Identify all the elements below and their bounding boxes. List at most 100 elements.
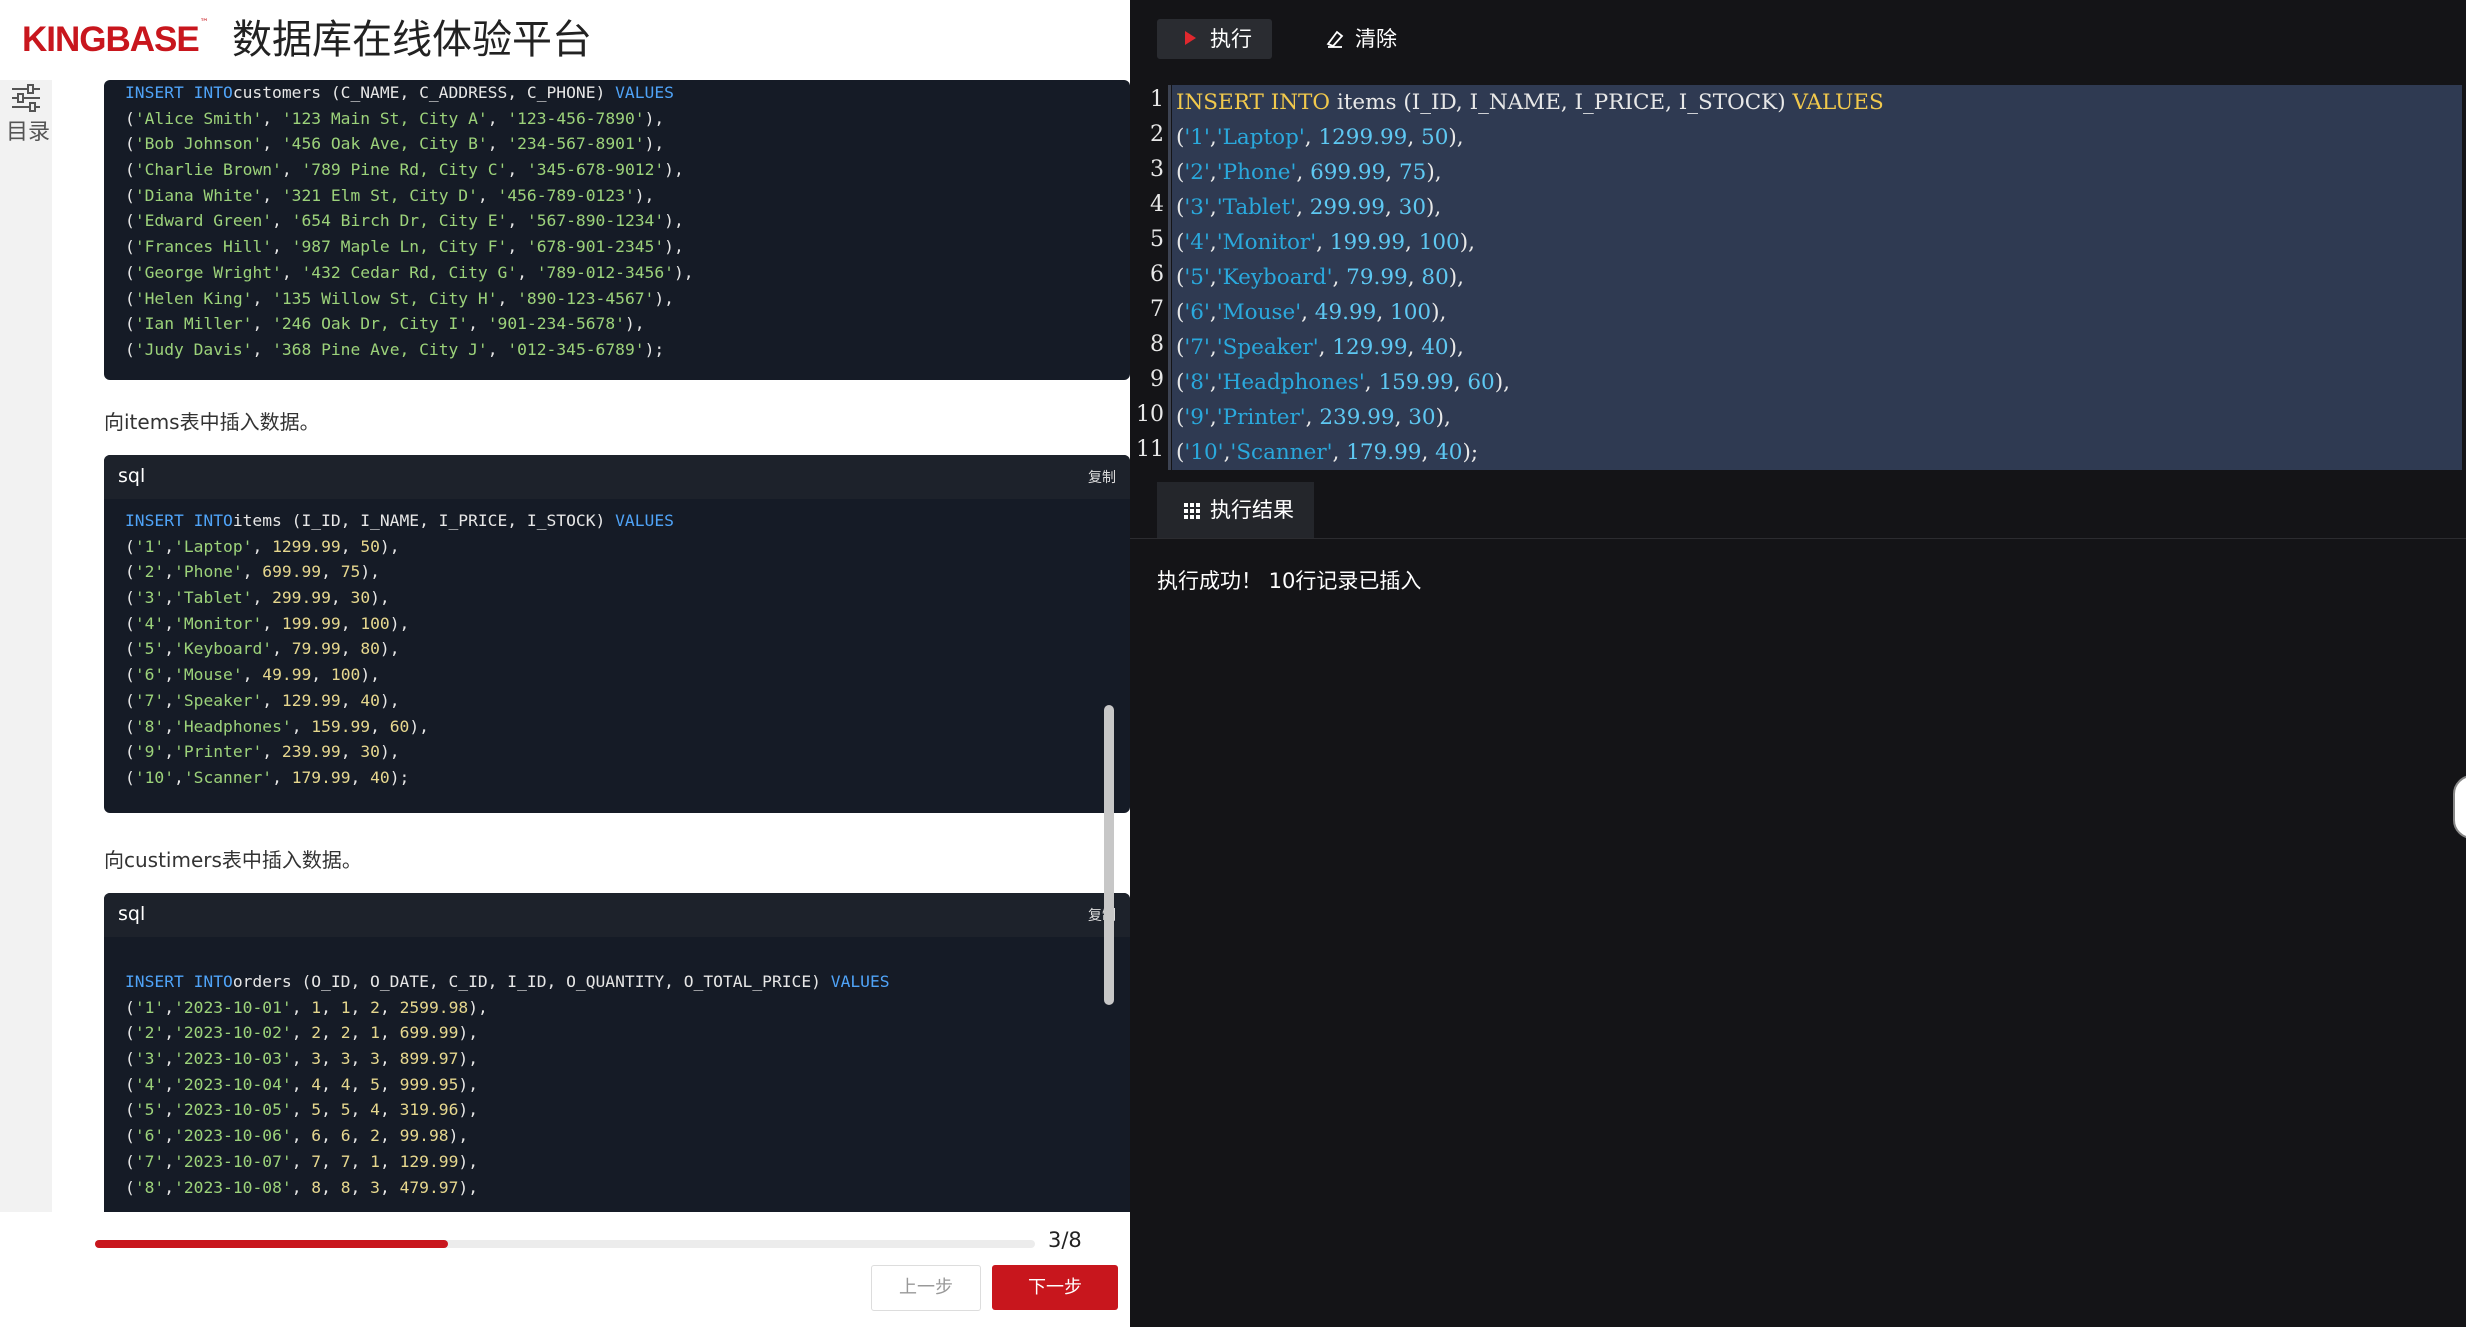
code-token: '456-789-0123' <box>497 185 635 205</box>
code-line: ('6','2023-10-06', 6, 6, 2, 99.98), <box>125 1123 1130 1149</box>
eraser-icon <box>1326 30 1344 48</box>
code-language-label: sql <box>118 903 146 925</box>
editor-token: 30 <box>1408 405 1436 430</box>
code-token: 5 <box>311 1100 322 1120</box>
editor-token: , <box>1209 125 1217 150</box>
code-token: , <box>262 613 282 633</box>
line-number: 11 <box>1136 437 1164 462</box>
code-token: , <box>487 339 508 359</box>
code-token: ), <box>664 237 684 257</box>
editor-token: , <box>1421 440 1436 465</box>
editor-token: '7' <box>1184 335 1210 360</box>
code-token: '2' <box>134 1023 165 1043</box>
code-token: 8 <box>311 1177 322 1197</box>
editor-line: ('10','Scanner', 179.99, 40); <box>1176 435 1478 470</box>
code-token: ( <box>125 1126 135 1146</box>
code-token: 'Speaker' <box>174 690 263 710</box>
code-token: 3 <box>370 1049 380 1069</box>
editor-token: , <box>1296 160 1311 185</box>
code-token: ), <box>673 262 694 282</box>
editor-token: , <box>1209 300 1217 325</box>
next-step-button[interactable]: 下一步 <box>992 1265 1118 1310</box>
code-token: , <box>379 1074 400 1094</box>
code-token: '1' <box>134 997 165 1017</box>
code-token: 3 <box>370 1177 380 1197</box>
run-button[interactable]: 执行 <box>1157 19 1272 59</box>
code-token: '8' <box>134 1177 165 1197</box>
code-line: ('7','Speaker', 129.99, 40), <box>125 688 1130 714</box>
code-token: , <box>350 767 371 787</box>
code-token: 1 <box>311 997 322 1017</box>
code-token: 699.99 <box>262 562 322 582</box>
code-token: '1' <box>134 536 165 556</box>
code-line: ('1','Laptop', 1299.99, 50), <box>125 534 1130 560</box>
sliders-icon[interactable] <box>10 84 42 112</box>
side-panel-handle[interactable] <box>2453 775 2466 839</box>
line-number-gutter: 1 2 3 4 5 6 7 8 9 10 11 <box>1130 80 1168 472</box>
code-token: '2' <box>134 562 165 582</box>
copy-button[interactable]: 复制 <box>1088 467 1116 487</box>
code-token: ), <box>370 588 390 608</box>
code-token: , <box>252 314 273 334</box>
code-token: ( <box>125 639 135 659</box>
editor-token: items (I_ID, I_NAME, I_PRICE, I_STOCK) <box>1330 90 1793 115</box>
editor-token: , <box>1305 405 1320 430</box>
code-token: , <box>291 1151 312 1171</box>
editor-token: ), <box>1426 195 1442 220</box>
code-line: ('3','Tablet', 299.99, 30), <box>125 585 1130 611</box>
code-token: 100 <box>360 613 390 633</box>
code-token: '2023-10-01' <box>174 997 292 1017</box>
code-token: ( <box>125 211 135 231</box>
editor-token: , <box>1209 370 1217 395</box>
code-token: , <box>321 1126 341 1146</box>
editor-token: 100 <box>1418 230 1460 255</box>
code-token: ), <box>468 997 488 1017</box>
code-token: '789 Pine Rd, City C' <box>301 160 508 180</box>
sql-editor[interactable]: 1 2 3 4 5 6 7 8 9 10 11 INSERT INTO items (I_ID, I… <box>1130 80 2466 472</box>
editor-token: , <box>1376 300 1391 325</box>
editor-token: , <box>1316 230 1330 255</box>
code-token: '3' <box>134 1049 165 1069</box>
kingbase-logo[interactable]: KINGBASE™ <box>22 18 209 62</box>
code-token: , <box>174 767 184 787</box>
line-number: 1 <box>1150 87 1164 112</box>
code-token: ( <box>125 997 135 1017</box>
code-token: ( <box>125 134 135 154</box>
code-line: ('1','2023-10-01', 1, 1, 2, 2599.98), <box>125 995 1130 1021</box>
code-token: , <box>321 562 341 582</box>
code-token: 'Mouse' <box>174 665 243 685</box>
code-token: , <box>350 1126 371 1146</box>
prev-step-button[interactable]: 上一步 <box>871 1265 981 1311</box>
content-scrollbar[interactable] <box>1104 705 1114 1005</box>
code-token: 159.99 <box>311 716 371 736</box>
code-token: 30 <box>360 742 380 762</box>
code-line: ('9','Printer', 239.99, 30), <box>125 739 1130 765</box>
code-language-label: sql <box>118 465 146 487</box>
editor-token: 'Scanner' <box>1230 440 1333 465</box>
code-token: '2023-10-07' <box>174 1151 292 1171</box>
code-token: 'Monitor' <box>174 613 263 633</box>
toc-label[interactable]: 目录 <box>6 114 50 146</box>
code-token: '7' <box>134 1151 165 1171</box>
code-token: ), <box>379 690 400 710</box>
editor-token: 699.99 <box>1310 160 1386 185</box>
code-token: '7' <box>134 690 165 710</box>
code-line: ('5','Keyboard', 79.99, 80), <box>125 636 1130 662</box>
code-token: ( <box>125 288 135 308</box>
code-token: ( <box>125 588 135 608</box>
code-token: , <box>291 1100 312 1120</box>
result-message: 执行成功！ 10行记录已插入 <box>1157 569 1422 593</box>
editor-token: '5' <box>1184 265 1210 290</box>
code-token: '234-567-8901' <box>507 134 645 154</box>
code-line: ('4','2023-10-04', 4, 4, 5, 999.95), <box>125 1072 1130 1098</box>
code-token: , <box>311 665 331 685</box>
code-token: , <box>291 1023 312 1043</box>
code-token: , <box>379 997 400 1017</box>
code-token: '012-345-6789' <box>507 339 645 359</box>
code-token: , <box>487 134 508 154</box>
code-token: 3 <box>311 1049 322 1069</box>
line-number: 9 <box>1150 367 1164 392</box>
tab-execution-result[interactable]: 执行结果 <box>1157 482 1314 538</box>
editor-token: '2' <box>1184 160 1210 185</box>
code-token: , <box>340 536 361 556</box>
